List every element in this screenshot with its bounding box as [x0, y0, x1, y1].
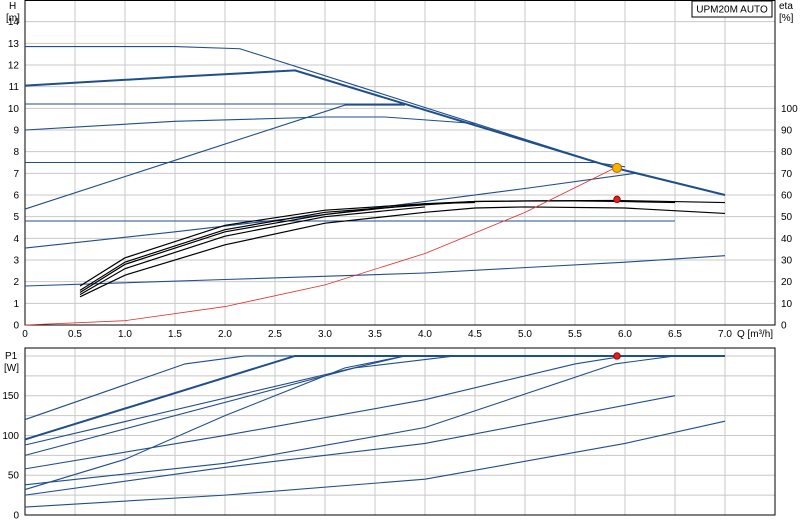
y-tick-label: 13 — [8, 39, 20, 50]
y-tick-label: 6 — [13, 191, 19, 202]
x-tick-label: 5.5 — [568, 329, 582, 340]
x-tick-label: 4.0 — [418, 329, 432, 340]
y-right-tick-label: 80 — [781, 147, 793, 158]
y-tick-label: 2 — [13, 277, 19, 288]
y-right-tick-label: 40 — [781, 234, 793, 245]
y-right-axis-label-unit: [%] — [779, 13, 794, 24]
y-tick-label: 5 — [13, 212, 19, 223]
y-right-tick-label: 0 — [781, 321, 787, 332]
x-tick-label: 2.5 — [268, 329, 282, 340]
pump-curve-figure: 0 0.5 1.0 1.5 2.0 2.5 3.0 3.5 4.0 4.5 5.0 5.5 6.0 6.5… — [0, 0, 800, 520]
y-tick-label: 9 — [13, 126, 19, 137]
y-right-tick-label: 10 — [781, 299, 793, 310]
operating-point-marker — [612, 162, 622, 173]
y-right-tick-label: 70 — [781, 169, 793, 180]
y-axis-label-name: P1 — [5, 351, 18, 362]
y-tick-label: 4 — [13, 234, 19, 245]
efficiency-curve — [79, 200, 676, 291]
power-curve — [24, 395, 676, 496]
operating-point-marker — [613, 195, 621, 204]
y-axis-label-name: H — [9, 1, 16, 12]
y-tick-label: 11 — [9, 82, 20, 93]
x-tick-label: 1.5 — [168, 329, 182, 340]
x-tick-label: 5.0 — [518, 329, 532, 340]
x-tick-label: 2.0 — [218, 329, 232, 340]
y-right-axis-label-name: eta — [779, 1, 793, 12]
y-tick-label: 3 — [13, 256, 19, 267]
y-right-tick-label: 30 — [781, 256, 793, 267]
operating-point-marker — [613, 352, 621, 360]
x-tick-label: 3.0 — [318, 329, 332, 340]
x-tick-label: 0.5 — [68, 329, 82, 340]
y-tick-label: 150 — [2, 391, 19, 402]
y-tick-label: 50 — [8, 471, 20, 482]
x-tick-label: 1.0 — [118, 329, 132, 340]
y-axis-label-unit: [W] — [4, 363, 19, 374]
system-curve — [24, 167, 616, 326]
y-tick-label: 12 — [8, 61, 20, 72]
y-tick-label: 100 — [2, 431, 19, 442]
y-right-tick-label: 20 — [781, 277, 793, 288]
head-curve — [24, 116, 476, 131]
y-tick-label: 0 — [13, 511, 19, 520]
x-tick-label: 7.0 — [718, 329, 732, 340]
x-tick-label: 6.5 — [668, 329, 682, 340]
y-tick-label: 1 — [13, 299, 19, 310]
x-tick-label: 6.0 — [618, 329, 632, 340]
y-axis-label-unit: [m] — [6, 13, 20, 24]
y-tick-label: 10 — [8, 104, 20, 115]
head-efficiency-chart: 0 0.5 1.0 1.5 2.0 2.5 3.0 3.5 4.0 4.5 5.0 5.5 6.0 6.5… — [6, 0, 798, 340]
power-chart: 0 50 100 150 P1[W] — [2, 347, 776, 520]
x-axis-label: Q [m³/h] — [737, 329, 773, 340]
y-tick-label: 8 — [13, 147, 19, 158]
y-right-tick-label: 100 — [781, 104, 798, 115]
y-right-tick-label: 60 — [781, 191, 793, 202]
y-right-tick-label: 50 — [781, 212, 793, 223]
power-curve — [24, 355, 676, 486]
y-tick-label: 0 — [13, 321, 19, 332]
y-tick-label: 7 — [13, 169, 19, 180]
x-tick-label: 3.5 — [368, 329, 382, 340]
x-tick-label: 4.5 — [468, 329, 482, 340]
x-tick-label: 0 — [22, 329, 28, 340]
y-right-tick-label: 90 — [781, 126, 793, 137]
chart-title: UPM20M AUTO — [696, 5, 768, 16]
